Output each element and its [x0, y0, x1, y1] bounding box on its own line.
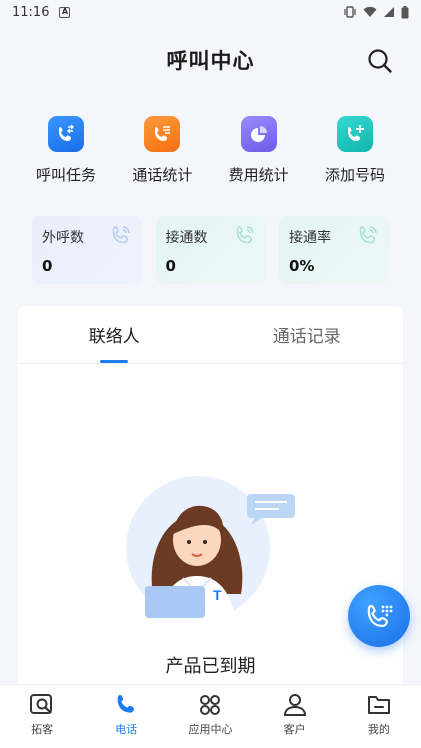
- quick-action-label: 费用统计: [228, 166, 289, 184]
- search-button[interactable]: [367, 48, 393, 74]
- battery-icon: [401, 5, 409, 18]
- nav-label: 客户: [283, 723, 306, 736]
- quick-action-cost-stats[interactable]: 费用统计: [211, 116, 307, 196]
- phone-deco-icon: [236, 226, 254, 244]
- tab-label: 通话记录: [272, 327, 341, 347]
- call-task-icon: [48, 116, 84, 152]
- app-center-icon: [200, 695, 221, 715]
- nav-item-my[interactable]: 我的: [339, 693, 419, 737]
- stats-row: 外呼数 0 接通数 0 接通率 0%: [32, 216, 389, 286]
- cost-stats-icon: [240, 116, 277, 152]
- nav-item-customer[interactable]: 客户: [255, 693, 335, 737]
- app-header: 呼叫中心: [0, 24, 421, 96]
- wifi-icon: [363, 6, 377, 17]
- nav-label: 拓客: [31, 723, 54, 736]
- quick-action-call-stats[interactable]: 通话统计: [114, 116, 210, 196]
- tab-bar: 联络人 通话记录: [18, 306, 403, 364]
- vibrate-icon: [344, 6, 356, 18]
- stat-value: 0%: [289, 257, 315, 275]
- nav-item-prospect[interactable]: 拓客: [2, 693, 82, 737]
- phone-icon: [117, 695, 135, 713]
- add-number-icon: [336, 116, 373, 152]
- nav-item-phone[interactable]: 电话: [86, 693, 166, 737]
- contacts-panel: 联络人 通话记录 T 产品已到期: [18, 306, 403, 686]
- prospect-icon: [30, 694, 53, 714]
- quick-actions: 呼叫任务 通话统计 费用统计 添加号码: [18, 116, 403, 196]
- active-tab-indicator: [100, 360, 129, 363]
- nav-label: 电话: [115, 723, 138, 736]
- status-time: 11:16: [12, 4, 50, 20]
- my-folder-icon: [367, 696, 390, 714]
- bottom-nav: 拓客 电话 应用中心 客户 我的: [0, 684, 421, 748]
- quick-action-add-number[interactable]: 添加号码: [307, 116, 403, 196]
- tab-call-records[interactable]: 通话记录: [211, 306, 404, 363]
- nav-label: 应用中心: [188, 723, 233, 736]
- stat-card-connected[interactable]: 接通数 0: [155, 216, 266, 284]
- empty-state-message: 产品已到期: [165, 656, 256, 677]
- nav-label: 我的: [367, 723, 390, 736]
- call-stats-icon: [144, 116, 181, 152]
- signal-icon: [384, 7, 394, 17]
- customer-icon: [283, 694, 306, 716]
- stat-card-connect-rate[interactable]: 接通率 0%: [279, 216, 389, 284]
- dialpad-fab[interactable]: [348, 585, 410, 647]
- stat-value: 0: [42, 257, 53, 275]
- quick-action-call-task[interactable]: 呼叫任务: [18, 116, 114, 196]
- search-icon: [368, 49, 392, 73]
- tab-label: 联络人: [88, 327, 140, 347]
- tab-contacts[interactable]: 联络人: [18, 306, 211, 363]
- page-title: 呼叫中心: [166, 49, 255, 73]
- empty-state-illustration: T: [126, 476, 295, 620]
- stat-card-outbound[interactable]: 外呼数 0: [32, 216, 142, 284]
- quick-action-label: 添加号码: [324, 166, 385, 184]
- stat-value: 0: [165, 257, 176, 275]
- dialpad-phone-icon: [367, 604, 393, 628]
- nav-item-app-center[interactable]: 应用中心: [170, 693, 250, 737]
- a-icon: A: [59, 6, 71, 18]
- quick-action-label: 呼叫任务: [35, 166, 96, 184]
- quick-action-label: 通话统计: [132, 166, 193, 184]
- svg-text:T: T: [213, 587, 222, 603]
- phone-deco-icon: [359, 226, 377, 244]
- phone-deco-icon: [112, 226, 130, 244]
- status-bar: 11:16 A: [0, 0, 421, 24]
